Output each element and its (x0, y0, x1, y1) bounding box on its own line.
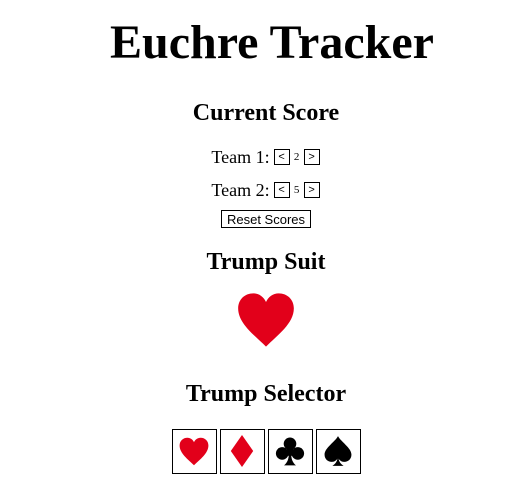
select-clubs-button[interactable] (267, 428, 313, 474)
page-title: Euchre Tracker (110, 16, 434, 69)
team-1-label: Team 1: (211, 147, 270, 167)
trump-suit-heading: Trump Suit (206, 248, 326, 275)
team-1-score: 2 (293, 151, 300, 163)
heart-icon (179, 437, 209, 465)
reset-scores-button[interactable]: Reset Scores (220, 210, 312, 228)
select-diamonds-button[interactable] (219, 428, 265, 474)
team-2-label: Team 2: (211, 180, 270, 200)
spade-icon (324, 436, 352, 466)
heart-icon (238, 292, 294, 347)
team-2-score: 5 (293, 184, 300, 196)
reset-row: Reset Scores (0, 210, 532, 229)
select-hearts-button[interactable] (171, 428, 217, 474)
team-2-row: Team 2: < 5 > (0, 179, 532, 201)
select-spades-button[interactable] (315, 428, 361, 474)
diamond-icon (230, 435, 254, 467)
current-score-heading: Current Score (192, 100, 340, 126)
trump-selector (0, 428, 532, 474)
page: Euchre Tracker Current Score Team 1: < 2… (0, 0, 532, 474)
team-2-increment-button[interactable]: > (303, 182, 320, 198)
team-1-decrement-button[interactable]: < (273, 149, 290, 165)
trump-suit-display (0, 292, 532, 356)
club-icon (275, 437, 305, 466)
trump-selector-heading: Trump Selector (185, 380, 347, 407)
team-2-decrement-button[interactable]: < (273, 182, 290, 198)
team-1-row: Team 1: < 2 > (0, 146, 532, 168)
team-1-increment-button[interactable]: > (303, 149, 320, 165)
